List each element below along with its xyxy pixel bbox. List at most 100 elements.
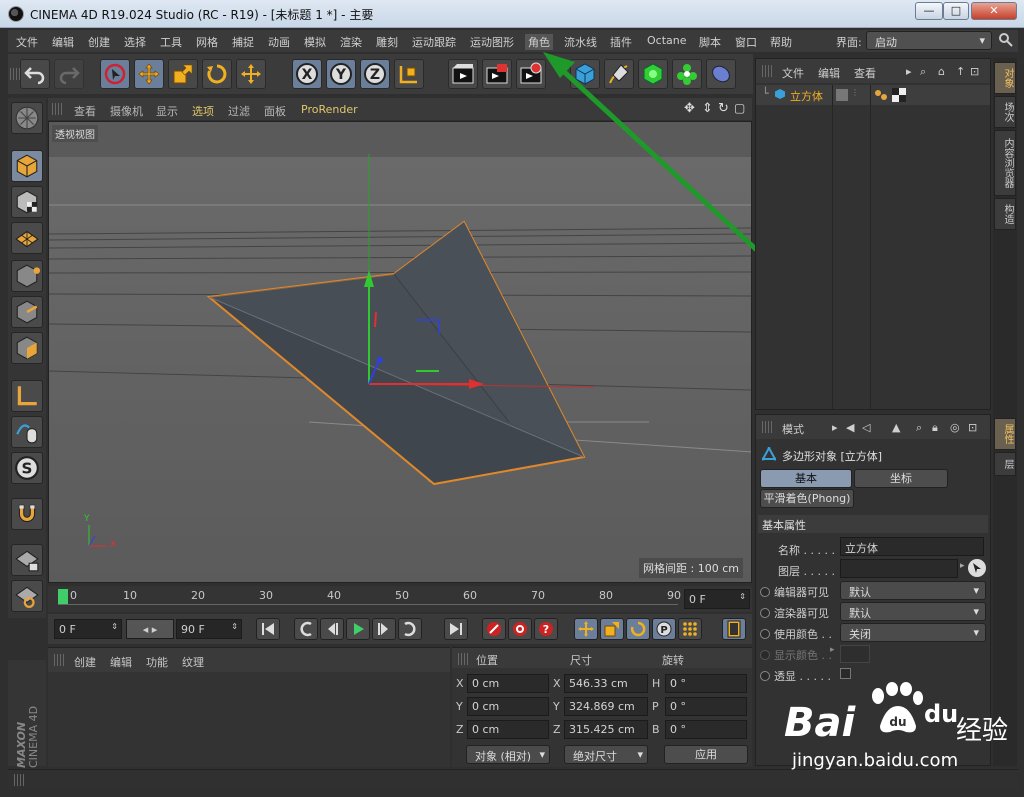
layout-dropdown[interactable]: 启动 ▾: [866, 31, 992, 50]
vp-menu-prorender[interactable]: ProRender: [301, 103, 358, 116]
mat-menu-edit[interactable]: 编辑: [110, 654, 132, 670]
menu-mesh[interactable]: 网格: [196, 34, 218, 50]
attr-back-icon[interactable]: ◀: [846, 421, 854, 434]
model-mode-icon[interactable]: [11, 102, 43, 134]
move-icon[interactable]: [134, 59, 164, 89]
maximize-button[interactable]: □: [943, 2, 969, 20]
attr-layer-field[interactable]: [840, 559, 958, 578]
coordinate-system-icon[interactable]: [394, 59, 424, 89]
start-frame-field[interactable]: 0 F ⇕: [54, 619, 122, 639]
obj-search-icon[interactable]: ⌕: [920, 65, 926, 79]
menu-window[interactable]: 窗口: [735, 34, 757, 50]
render-toggle-icon[interactable]: ⋮: [851, 88, 859, 97]
vp-menu-filter[interactable]: 过滤: [228, 103, 250, 119]
pos-y-field[interactable]: 0 cm: [467, 697, 549, 716]
menu-script[interactable]: 脚本: [699, 34, 721, 50]
coord-mode-dropdown[interactable]: 对象 (相对) ▾: [466, 745, 550, 764]
size-x-field[interactable]: 546.33 cm: [564, 674, 648, 693]
frame-range-slider[interactable]: ◂ ▸: [126, 619, 174, 639]
menu-sculpt[interactable]: 雕刻: [376, 34, 398, 50]
obj-new-window-icon[interactable]: ⊡: [970, 65, 979, 78]
vp-menu-options[interactable]: 选项: [192, 103, 214, 119]
menu-tools[interactable]: 工具: [160, 34, 182, 50]
rot-b-field[interactable]: 0 °: [665, 720, 747, 739]
perspective-viewport[interactable]: 透视视图 Y X 网格间距 : 100 cm: [48, 121, 752, 583]
live-select-icon[interactable]: [100, 59, 130, 89]
attr-expand-icon[interactable]: ▸: [832, 421, 838, 434]
vp-menu-display[interactable]: 显示: [156, 103, 178, 119]
obj-arrow-up-icon[interactable]: ↑: [956, 65, 965, 78]
menu-render[interactable]: 渲染: [340, 34, 362, 50]
attr-target-icon[interactable]: ◎: [950, 421, 960, 434]
mat-menu-texture[interactable]: 纹理: [182, 654, 204, 670]
rot-h-field[interactable]: 0 °: [665, 674, 747, 693]
attr-tab-basic[interactable]: 基本: [760, 469, 852, 488]
workplane-align-icon[interactable]: [11, 580, 43, 612]
attr-up-icon[interactable]: ▲: [892, 421, 900, 434]
tab-structure[interactable]: 构造: [994, 198, 1016, 230]
end-frame-field[interactable]: 90 F ⇕: [176, 619, 242, 639]
visibility-toggle-icon[interactable]: [836, 89, 848, 101]
point-mode-icon[interactable]: [11, 260, 43, 292]
axis-mode-icon[interactable]: [11, 380, 43, 412]
timeline-playhead[interactable]: [58, 589, 68, 605]
object-row-cube[interactable]: └ 立方体 ⋮: [756, 85, 990, 105]
tweak-mode-icon[interactable]: [11, 416, 43, 448]
attr-forward-icon[interactable]: ◁: [862, 421, 870, 434]
tab-layers[interactable]: 层: [994, 452, 1016, 476]
go-to-end-icon[interactable]: [444, 618, 468, 640]
z-axis-icon[interactable]: Z: [360, 59, 390, 89]
record-keys-icon[interactable]: [482, 618, 506, 640]
attr-name-field[interactable]: 立方体: [840, 537, 984, 556]
redo-icon[interactable]: [54, 59, 84, 89]
workplane-icon[interactable]: [11, 222, 43, 254]
key-parameter-icon[interactable]: P: [652, 618, 676, 640]
obj-menu-edit[interactable]: 编辑: [818, 65, 840, 81]
next-frame-icon[interactable]: [372, 618, 396, 640]
tab-takes[interactable]: 场次: [994, 96, 1016, 128]
obj-expand-icon[interactable]: ▸: [906, 65, 912, 78]
vp-menu-panel[interactable]: 面板: [264, 103, 286, 119]
render-settings-icon[interactable]: [516, 59, 546, 89]
cloner-icon[interactable]: [672, 59, 702, 89]
menu-plugins[interactable]: 插件: [610, 34, 632, 50]
vp-zoom-icon[interactable]: ⇕: [702, 101, 713, 116]
go-to-start-icon[interactable]: [256, 618, 280, 640]
object-name[interactable]: 立方体: [790, 88, 823, 104]
phong-tag-icon[interactable]: [874, 88, 888, 102]
obj-menu-file[interactable]: 文件: [782, 65, 804, 81]
search-icon[interactable]: [998, 32, 1014, 48]
use-color-dropdown[interactable]: 关闭 ▾: [840, 623, 986, 642]
minimize-button[interactable]: —: [915, 2, 943, 20]
key-rotation-icon[interactable]: [626, 618, 650, 640]
prev-key-icon[interactable]: [294, 618, 318, 640]
size-z-field[interactable]: 315.425 cm: [564, 720, 648, 739]
scale-icon[interactable]: [168, 59, 198, 89]
vp-menu-view[interactable]: 查看: [74, 103, 96, 119]
attr-tab-coord[interactable]: 坐标: [854, 469, 948, 488]
pos-z-field[interactable]: 0 cm: [467, 720, 549, 739]
menu-pipeline[interactable]: 流水线: [564, 34, 597, 50]
vp-toggle-layout-icon[interactable]: ▢: [734, 101, 745, 115]
object-mode-icon[interactable]: [11, 150, 43, 182]
display-color-swatch[interactable]: [840, 645, 870, 663]
menu-help[interactable]: 帮助: [770, 34, 792, 50]
render-visible-dropdown[interactable]: 默认 ▾: [840, 602, 986, 621]
obj-menu-view[interactable]: 查看: [854, 65, 876, 81]
menu-edit[interactable]: 编辑: [52, 34, 74, 50]
layer-expand-icon[interactable]: ▸: [960, 561, 965, 571]
texture-tag-icon[interactable]: [892, 88, 906, 102]
transform-icon[interactable]: [236, 59, 266, 89]
obj-home-icon[interactable]: ⌂: [938, 65, 945, 78]
menu-motion-tracking[interactable]: 运动跟踪: [412, 34, 456, 50]
magnet-icon[interactable]: [11, 498, 43, 530]
size-y-field[interactable]: 324.869 cm: [564, 697, 648, 716]
attr-new-window-icon[interactable]: ⊡: [968, 421, 977, 434]
polygon-mode-icon[interactable]: [11, 332, 43, 364]
close-button[interactable]: ✕: [971, 2, 1017, 20]
key-pla-icon[interactable]: [678, 618, 702, 640]
timeline-window-icon[interactable]: [722, 618, 746, 640]
menu-octane[interactable]: Octane: [647, 34, 687, 47]
mat-menu-create[interactable]: 创建: [74, 654, 96, 670]
y-axis-icon[interactable]: Y: [326, 59, 356, 89]
